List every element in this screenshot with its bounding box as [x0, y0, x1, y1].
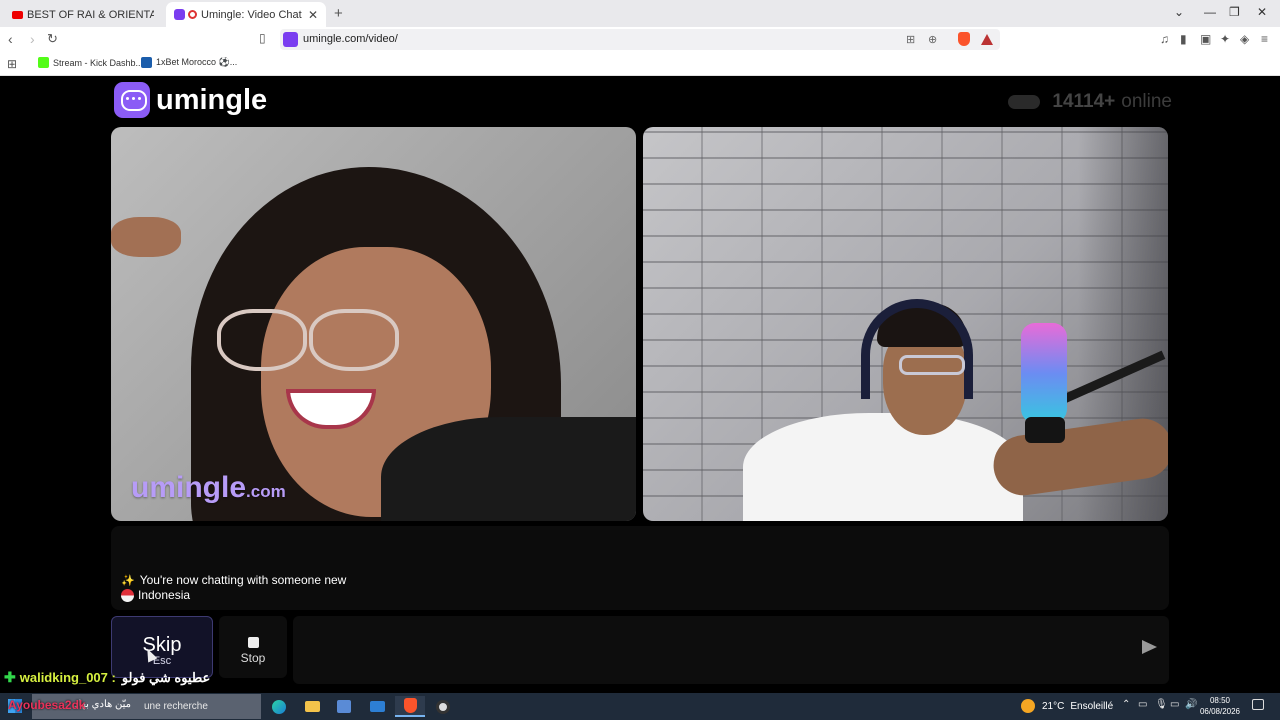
stop-icon: [247, 637, 259, 648]
partner-country: Indonesia: [138, 588, 191, 602]
bookmarks-bar: ⊞ Stream - Kick Dashb... 1xBet Morocco ⚽…: [0, 52, 1280, 76]
chat-bubble-icon: [114, 82, 150, 118]
obs-icon: [436, 699, 450, 714]
forward-icon[interactable]: ›: [30, 31, 35, 47]
bookmark-label: 1xBet Morocco ⚽...: [156, 57, 238, 67]
recording-icon: [188, 10, 197, 19]
weather-temp: 21°C: [1042, 700, 1065, 712]
chat-log: ✨ You're now chatting with someone new I…: [111, 526, 1169, 610]
online-label: online: [1121, 91, 1172, 112]
zoom-icon[interactable]: ⊕: [928, 33, 937, 46]
new-tab-icon[interactable]: +: [334, 5, 343, 22]
streamer-name-overlay: Ayoubesa2dk: [8, 698, 86, 712]
kick-plus-icon: ✚: [4, 669, 16, 685]
online-count: 14114+: [1052, 91, 1116, 112]
kick-icon: [38, 57, 49, 68]
country-row: Indonesia: [121, 588, 190, 602]
vpn-icon[interactable]: ◈: [1240, 32, 1249, 46]
leo-ai-icon[interactable]: ✦: [1220, 32, 1230, 46]
taskbar-edge[interactable]: [264, 696, 294, 717]
close-window-icon[interactable]: ✕: [1257, 5, 1267, 19]
send-icon[interactable]: [1142, 640, 1157, 654]
edge-icon: [272, 699, 286, 714]
skip-shortcut: Esc: [152, 655, 172, 667]
back-icon[interactable]: ‹: [8, 31, 13, 47]
date: 06/08/2026: [1199, 707, 1241, 716]
youtube-icon: [12, 10, 23, 19]
self-video: [643, 127, 1168, 521]
close-tab-icon[interactable]: ✕: [308, 8, 318, 22]
online-indicator: 14114+ online: [1008, 91, 1172, 113]
time: 08:50: [1209, 696, 1231, 705]
url-text: umingle.com/video/: [303, 33, 398, 45]
translate-icon[interactable]: ⊞: [906, 33, 915, 46]
bookmark-icon[interactable]: ▯: [259, 31, 266, 45]
mail-icon: [369, 701, 385, 712]
site-icon: [283, 32, 298, 47]
brave-icon: [403, 698, 417, 713]
search-placeholder: une recherche: [144, 701, 208, 712]
status-message: You're now chatting with someone new: [139, 573, 347, 587]
brave-shields-icon[interactable]: [958, 32, 970, 46]
apps-grid-icon[interactable]: ⊞: [7, 57, 17, 71]
weather-condition: Ensoleillé: [1070, 700, 1114, 712]
partner-video: umingle.com: [111, 127, 636, 521]
browser-tab-bar: BEST OF RAI & ORIENTAL MIX 20 Umingle: V…: [0, 0, 1280, 27]
chat-message: عطيوه شي فولو: [121, 669, 211, 685]
address-bar[interactable]: umingle.com/video/ ⊞ ⊕: [280, 29, 1000, 50]
reload-icon[interactable]: ↻: [47, 31, 58, 47]
tab-list-chevron-icon[interactable]: ⌄: [1174, 5, 1184, 19]
taskbar-explorer[interactable]: [297, 696, 327, 717]
menu-icon[interactable]: ≡: [1261, 32, 1268, 46]
stop-button[interactable]: Stop: [219, 616, 287, 678]
skip-label: Skip: [142, 634, 182, 656]
site-name: umingle: [156, 83, 268, 116]
taskbar-store[interactable]: [329, 696, 359, 717]
bookmark-1xbet[interactable]: 1xBet Morocco ⚽...: [141, 57, 237, 68]
minimize-icon[interactable]: —: [1204, 5, 1216, 19]
wallet-icon[interactable]: ▣: [1200, 32, 1211, 46]
tab-umingle[interactable]: Umingle: Video Chat with Str ✕: [166, 2, 326, 27]
tab-title: Umingle: Video Chat with Str: [201, 8, 304, 21]
microphone: [1021, 323, 1067, 423]
umingle-favicon-icon: [174, 9, 185, 20]
brave-rewards-icon[interactable]: [981, 34, 993, 45]
taskbar-brave[interactable]: [395, 696, 425, 717]
tray-app-icon[interactable]: ▭: [1138, 699, 1147, 710]
volume-icon[interactable]: 🔊: [1185, 699, 1197, 710]
sidebar-icon[interactable]: ▮: [1180, 32, 1187, 46]
sparkle-icon: ✨: [121, 574, 135, 587]
tray-chevron-icon[interactable]: ⌃: [1122, 699, 1130, 710]
tab-youtube-music[interactable]: BEST OF RAI & ORIENTAL MIX 20: [4, 2, 162, 27]
network-icon[interactable]: ▭: [1170, 699, 1179, 710]
message-input[interactable]: [293, 616, 1169, 684]
stream-chat-overlay: ✚ walidking_007 : عطيوه شي فولو: [4, 669, 210, 686]
store-icon: [337, 700, 351, 713]
folder-icon: [304, 701, 320, 712]
video-watermark: umingle.com: [131, 471, 286, 504]
stop-label: Stop: [240, 651, 266, 665]
online-toggle-icon: [1008, 95, 1041, 109]
taskbar-mail[interactable]: [362, 696, 392, 717]
chat-username: walidking_007 :: [19, 670, 116, 685]
maximize-icon[interactable]: ❐: [1229, 5, 1240, 19]
media-icon[interactable]: ♫: [1160, 32, 1169, 46]
sun-icon: [1021, 699, 1035, 713]
taskbar-obs[interactable]: [428, 696, 458, 717]
indonesia-flag-icon: [121, 588, 134, 602]
browser-toolbar: ‹ › ↻ ▯ umingle.com/video/ ⊞ ⊕ ♫ ▮ ▣ ✦ ◈…: [0, 27, 1280, 52]
bookmark-label: Stream - Kick Dashb...: [53, 57, 144, 68]
1xbet-icon: [141, 57, 152, 68]
status-message-row: ✨ You're now chatting with someone new: [121, 573, 346, 587]
taskbar-clock[interactable]: 08:50 06/08/2026: [1197, 695, 1243, 717]
weather-widget[interactable]: 21°C Ensoleillé: [1021, 699, 1113, 713]
bookmark-kick[interactable]: Stream - Kick Dashb...: [38, 57, 143, 68]
tab-title: BEST OF RAI & ORIENTAL MIX 20: [27, 8, 154, 21]
notifications-icon[interactable]: [1252, 699, 1264, 710]
windows-taskbar: une recherche ميّن هادي بهاد 21°C Ensole…: [0, 693, 1280, 720]
microphone-tray-icon[interactable]: 🎙: [1155, 699, 1168, 710]
site-logo[interactable]: umingle: [114, 82, 267, 118]
